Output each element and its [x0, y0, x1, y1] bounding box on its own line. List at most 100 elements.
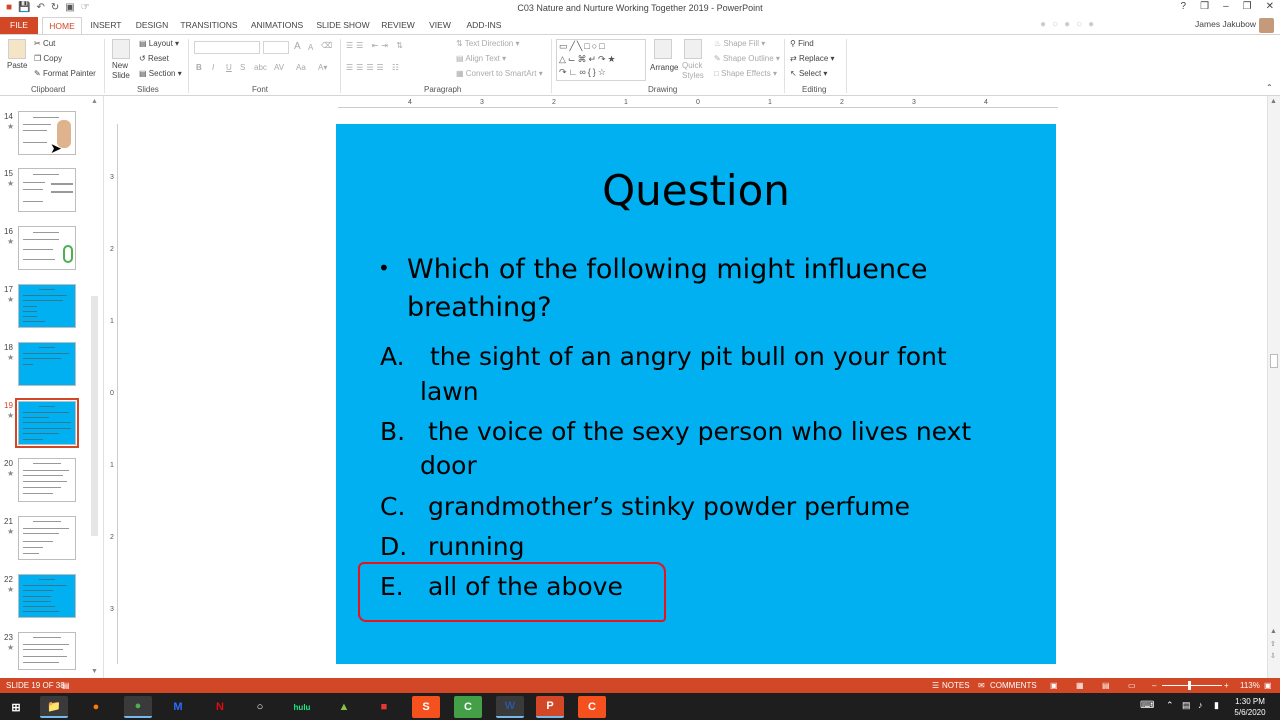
scroll-thumb[interactable] [1270, 354, 1278, 368]
notes-button[interactable]: NOTES [942, 681, 970, 690]
close-button[interactable]: ✕ [1266, 1, 1274, 12]
bold-button[interactable]: B [196, 63, 202, 72]
thumbnail-scrollbar[interactable] [91, 296, 98, 536]
chrome-icon[interactable]: ● [124, 696, 152, 718]
thumbnail-slide-19[interactable] [15, 398, 79, 448]
slide-sorter-icon[interactable]: ▦ [1076, 681, 1084, 690]
scroll-down-icon[interactable]: ▼ [91, 668, 98, 675]
thumbnail-slide-18[interactable] [18, 342, 76, 386]
snagit-icon[interactable]: S [412, 696, 440, 718]
option-d-line-1[interactable]: running [428, 532, 524, 561]
font-family-select[interactable] [194, 41, 260, 54]
grow-font-button[interactable]: A [294, 41, 301, 52]
new-slide-button[interactable]: New Slide [112, 61, 134, 81]
select-button[interactable]: ↖ Select ▾ [790, 69, 827, 78]
fit-slide-icon[interactable]: ▣ [1264, 681, 1272, 690]
shrink-font-button[interactable]: A [308, 43, 313, 52]
minimize-button[interactable]: – [1223, 1, 1229, 12]
powerpoint-icon[interactable]: P [536, 696, 564, 718]
copy-button[interactable]: ❐ Copy [34, 54, 62, 63]
shape-effects-button[interactable]: □ Shape Effects ▾ [714, 69, 777, 78]
tab-file[interactable]: FILE [0, 17, 38, 34]
convert-smartart-button[interactable]: ▦ Convert to SmartArt ▾ [456, 69, 543, 78]
scroll-down-icon[interactable]: ▲ [1270, 628, 1277, 635]
paste-button[interactable]: Paste [7, 61, 27, 70]
mcafee-icon[interactable]: ■ [370, 696, 398, 718]
tab-add-ins[interactable]: ADD-INS [462, 17, 506, 34]
shape-fill-button[interactable]: ♨ Shape Fill ▾ [714, 39, 765, 48]
capture-icon[interactable]: C [578, 696, 606, 718]
option-a-line-1[interactable]: the sight of an angry pit bull on your f… [430, 342, 947, 371]
scroll-up-icon[interactable]: ▲ [1270, 98, 1277, 105]
zoom-out-icon[interactable]: – [1152, 681, 1156, 690]
tab-home[interactable]: HOME [42, 17, 82, 34]
system-clock[interactable]: 1:30 PM 5/6/2020 [1228, 696, 1272, 718]
thumbnail-slide-22[interactable] [18, 574, 76, 618]
shapes-gallery[interactable]: ▭╱╲□○□ △⌙⌘↵↷★ ↷∟∞{}☆ [556, 39, 646, 81]
tab-slide-show[interactable]: SLIDE SHOW [314, 17, 372, 34]
replace-button[interactable]: ⇄ Replace ▾ [790, 54, 835, 63]
paste-icon[interactable] [8, 39, 26, 59]
netflix-icon[interactable]: N [206, 696, 234, 718]
slideshow-icon[interactable]: ▭ [1128, 681, 1136, 690]
tab-animations[interactable]: ANIMATIONS [246, 17, 308, 34]
question-line-2[interactable]: breathing? [407, 292, 552, 323]
arrange-icon[interactable] [654, 39, 672, 59]
keyboard-icon[interactable]: ⌨ [1140, 700, 1154, 711]
question-line-1[interactable]: Which of the following might influence [407, 254, 927, 285]
tab-transitions[interactable]: TRANSITIONS [178, 17, 240, 34]
char-spacing-icon[interactable]: AV [274, 63, 284, 72]
italic-button[interactable]: I [212, 63, 214, 72]
arrange-button[interactable]: Arrange [650, 63, 678, 72]
text-direction-button[interactable]: ⇅ Text Direction ▾ [456, 39, 520, 48]
thumbnail-slide-17[interactable] [18, 284, 76, 328]
strikethrough-icon[interactable]: abc [254, 63, 267, 72]
help-icon[interactable]: ? [1181, 1, 1187, 12]
edge-icon[interactable]: ○ [246, 696, 274, 718]
network-icon[interactable]: ▤ [1182, 700, 1191, 711]
next-slide-icon[interactable]: ⇩ [1270, 652, 1276, 660]
align-buttons[interactable]: ☰☰☰☰ ☷ [346, 63, 402, 72]
cut-button[interactable]: ✂ Cut [34, 39, 55, 48]
camtasia-icon[interactable]: C [454, 696, 482, 718]
start-button[interactable]: ⊞ [2, 696, 30, 718]
restore-button[interactable]: ❐ [1243, 1, 1252, 12]
hulu-icon[interactable]: hulu [288, 696, 316, 718]
option-b-line-1[interactable]: the voice of the sexy person who lives n… [428, 417, 971, 446]
font-color-icon[interactable]: A▾ [318, 63, 327, 72]
tab-review[interactable]: REVIEW [378, 17, 418, 34]
thumbnail-slide-20[interactable] [18, 458, 76, 502]
reading-view-icon[interactable]: ▤ [1102, 681, 1110, 690]
avatar[interactable] [1259, 18, 1274, 33]
list-buttons[interactable]: ☰☰ ⇤⇥ ⇅ [346, 41, 406, 50]
quick-styles-button[interactable]: Quick Styles [682, 61, 710, 81]
shape-outline-button[interactable]: ✎ Shape Outline ▾ [714, 54, 780, 63]
change-case-icon[interactable]: Aa [296, 63, 306, 72]
slide-canvas[interactable]: Question • Which of the following might … [336, 124, 1056, 664]
zoom-in-icon[interactable]: + [1224, 681, 1229, 690]
clear-formatting-icon[interactable]: ⌫ [321, 41, 332, 50]
word-icon[interactable]: W [496, 696, 524, 718]
file-explorer-icon[interactable]: 📁 [40, 696, 68, 718]
user-name[interactable]: James Jakubow [1195, 19, 1256, 29]
collapse-ribbon-icon[interactable]: ⌃ [1266, 83, 1273, 92]
option-a-line-2[interactable]: lawn [420, 377, 479, 406]
reset-button[interactable]: ↺ Reset [139, 54, 169, 63]
tab-design[interactable]: DESIGN [130, 17, 174, 34]
find-button[interactable]: ⚲ Find [790, 39, 814, 48]
shadow-button[interactable]: S [240, 63, 245, 72]
format-painter-button[interactable]: ✎ Format Painter [34, 69, 96, 78]
font-size-select[interactable] [263, 41, 289, 54]
zoom-slider[interactable] [1162, 685, 1222, 686]
tab-insert[interactable]: INSERT [86, 17, 126, 34]
thumbnail-slide-15[interactable] [18, 168, 76, 212]
underline-button[interactable]: U [226, 63, 232, 72]
tray-chevron-icon[interactable]: ⌃ [1166, 700, 1174, 711]
quick-styles-icon[interactable] [684, 39, 702, 59]
malwarebytes-icon[interactable]: M [164, 696, 192, 718]
scroll-up-icon[interactable]: ▲ [91, 98, 98, 105]
zoom-level[interactable]: 113% [1240, 681, 1260, 690]
thumbnail-slide-23[interactable] [18, 632, 76, 670]
new-slide-icon[interactable] [112, 39, 130, 59]
firefox-icon[interactable]: ● [82, 696, 110, 718]
